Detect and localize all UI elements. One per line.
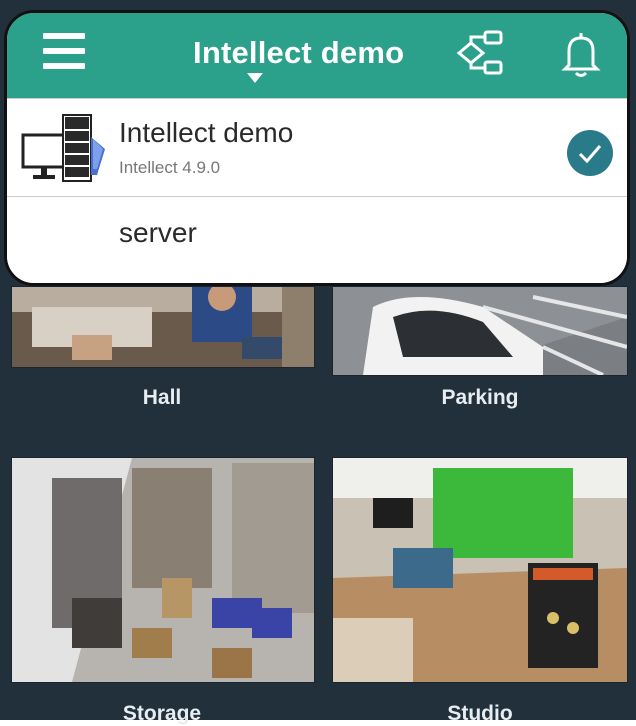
top-app-bar: Intellect demo xyxy=(7,13,627,98)
camera-preview-studio xyxy=(333,458,627,682)
server-dropdown-panel: Intellect demo Intellect demo Intellect … xyxy=(4,10,630,286)
app-title[interactable]: Intellect demo xyxy=(193,35,404,71)
hamburger-icon[interactable] xyxy=(43,33,89,73)
camera-preview-hall xyxy=(12,287,314,367)
server-item-other[interactable]: server xyxy=(7,196,627,283)
server-computer-icon xyxy=(21,114,105,182)
camera-label-parking: Parking xyxy=(441,386,519,409)
camera-tile-storage[interactable] xyxy=(11,457,315,683)
camera-label-studio: Studio xyxy=(447,702,513,725)
check-icon xyxy=(567,130,613,176)
server-item-selected[interactable]: Intellect demo Intellect 4.9.0 xyxy=(7,98,627,197)
dropdown-caret-icon[interactable] xyxy=(247,73,263,83)
camera-label-storage: Storage xyxy=(122,702,202,725)
server-name: Intellect demo xyxy=(119,117,294,148)
camera-preview-parking xyxy=(333,287,627,375)
camera-preview-storage xyxy=(12,458,314,682)
camera-label-hall: Hall xyxy=(142,386,182,409)
bell-icon[interactable] xyxy=(560,29,602,79)
server-version: Intellect 4.9.0 xyxy=(119,158,221,177)
camera-tile-studio[interactable] xyxy=(332,457,628,683)
camera-tile-parking[interactable] xyxy=(332,286,628,376)
hierarchy-icon[interactable] xyxy=(455,29,507,77)
camera-tile-hall[interactable] xyxy=(11,286,315,368)
server-item-label: server xyxy=(119,217,197,248)
